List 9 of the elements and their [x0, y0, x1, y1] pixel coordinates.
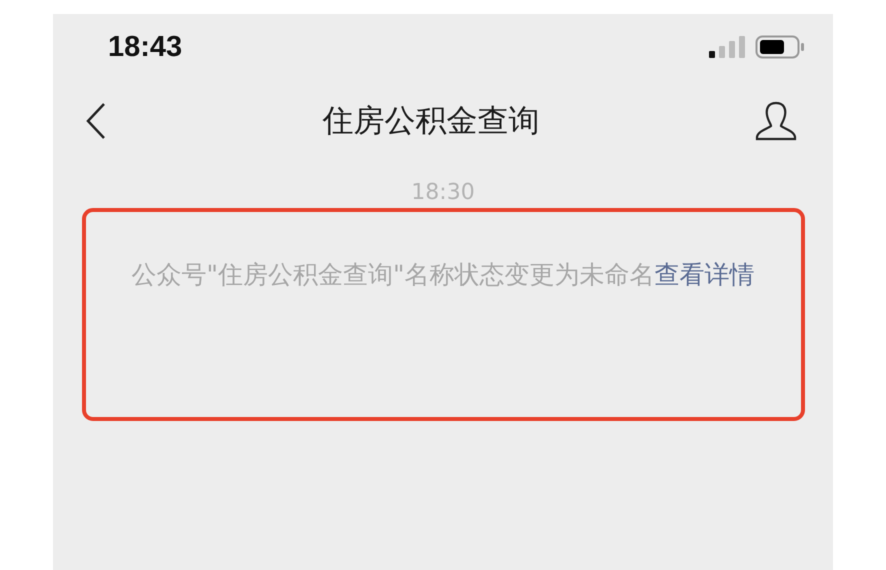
details-link[interactable]: 查看详情	[654, 260, 754, 289]
person-icon[interactable]	[755, 101, 797, 141]
status-time: 18:43	[108, 30, 182, 64]
message-timestamp: 18:30	[411, 180, 475, 206]
system-notice: 公众号"住房公积金查询"名称状态变更为未命名查看详情	[132, 259, 754, 291]
signal-icon	[709, 36, 745, 58]
battery-icon	[755, 35, 805, 59]
back-icon[interactable]	[85, 102, 107, 140]
nav-title: 住房公积金查询	[322, 102, 540, 141]
